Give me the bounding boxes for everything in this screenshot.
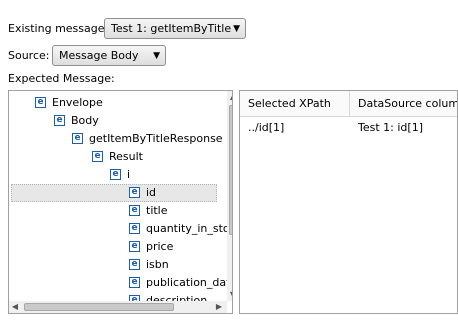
scroll-left-icon[interactable]: ◀ bbox=[9, 301, 21, 313]
xml-element-icon: e bbox=[129, 276, 140, 288]
tree-vertical-scroll-thumb[interactable] bbox=[229, 105, 232, 235]
tree-selection-highlight bbox=[11, 184, 217, 202]
expected-message-label: Expected Message: bbox=[8, 72, 115, 85]
xml-element-icon: e bbox=[72, 132, 83, 144]
xpath-table-panel[interactable]: Selected XPath DataSource column ../id[1… bbox=[239, 90, 458, 314]
message-tree-panel[interactable]: e Envelope e Body e getItemByTitleResponse … bbox=[8, 90, 233, 314]
tree-node-body[interactable]: e Body bbox=[54, 112, 99, 130]
xml-element-icon: e bbox=[129, 240, 140, 252]
xml-element-icon: e bbox=[129, 204, 140, 216]
xml-element-icon: e bbox=[129, 186, 140, 198]
tree-node-result[interactable]: e Result bbox=[92, 148, 143, 166]
source-value: Message Body bbox=[59, 49, 139, 62]
tree-vertical-scrollbar[interactable]: ▲ ▼ bbox=[227, 91, 232, 301]
xml-element-icon: e bbox=[129, 222, 140, 234]
column-header-datasource-column[interactable]: DataSource column bbox=[350, 91, 457, 117]
tree-node-id[interactable]: e id bbox=[129, 184, 156, 202]
xml-element-icon: e bbox=[54, 114, 65, 126]
scroll-up-icon[interactable]: ▲ bbox=[227, 91, 232, 103]
chevron-down-icon: ▼ bbox=[233, 24, 240, 34]
tree-node-i[interactable]: ei bbox=[110, 166, 130, 184]
tree-node-envelope[interactable]: e Envelope bbox=[35, 94, 103, 112]
source-label: Source: bbox=[8, 49, 50, 62]
xml-element-icon: e bbox=[35, 96, 46, 108]
tree-node-getitembytitleresponse[interactable]: e getItemByTitleResponse bbox=[72, 130, 223, 148]
tree-node-isbn[interactable]: e isbn bbox=[129, 256, 169, 274]
table-cell-xpath[interactable]: ../id[1] bbox=[240, 119, 350, 137]
tree-horizontal-scrollbar[interactable]: ◀ ▶ bbox=[9, 301, 227, 313]
chevron-down-icon: ▼ bbox=[153, 51, 160, 61]
existing-message-label: Existing message: bbox=[8, 22, 109, 35]
table-cell-datasource[interactable]: Test 1: id[1] bbox=[350, 119, 457, 137]
tree-node-quantity-in-stock[interactable]: e quantity_in_stock bbox=[129, 220, 232, 238]
tree-node-publication-date[interactable]: e publication_date bbox=[129, 274, 232, 292]
source-dropdown[interactable]: Message Body ▼ bbox=[52, 45, 166, 66]
xml-element-icon: e bbox=[129, 258, 140, 270]
column-header-selected-xpath[interactable]: Selected XPath bbox=[240, 91, 350, 117]
tree-node-title[interactable]: e title bbox=[129, 202, 168, 220]
xml-element-icon: e bbox=[92, 150, 103, 162]
tree-horizontal-scroll-thumb[interactable] bbox=[24, 303, 174, 311]
existing-message-dropdown[interactable]: Test 1: getItemByTitle ▼ bbox=[104, 18, 246, 39]
scroll-down-icon[interactable]: ▼ bbox=[227, 289, 232, 301]
scroll-right-icon[interactable]: ▶ bbox=[213, 301, 225, 313]
xml-element-icon: e bbox=[110, 168, 121, 180]
existing-message-value: Test 1: getItemByTitle bbox=[111, 22, 232, 35]
tree-node-price[interactable]: e price bbox=[129, 238, 173, 256]
